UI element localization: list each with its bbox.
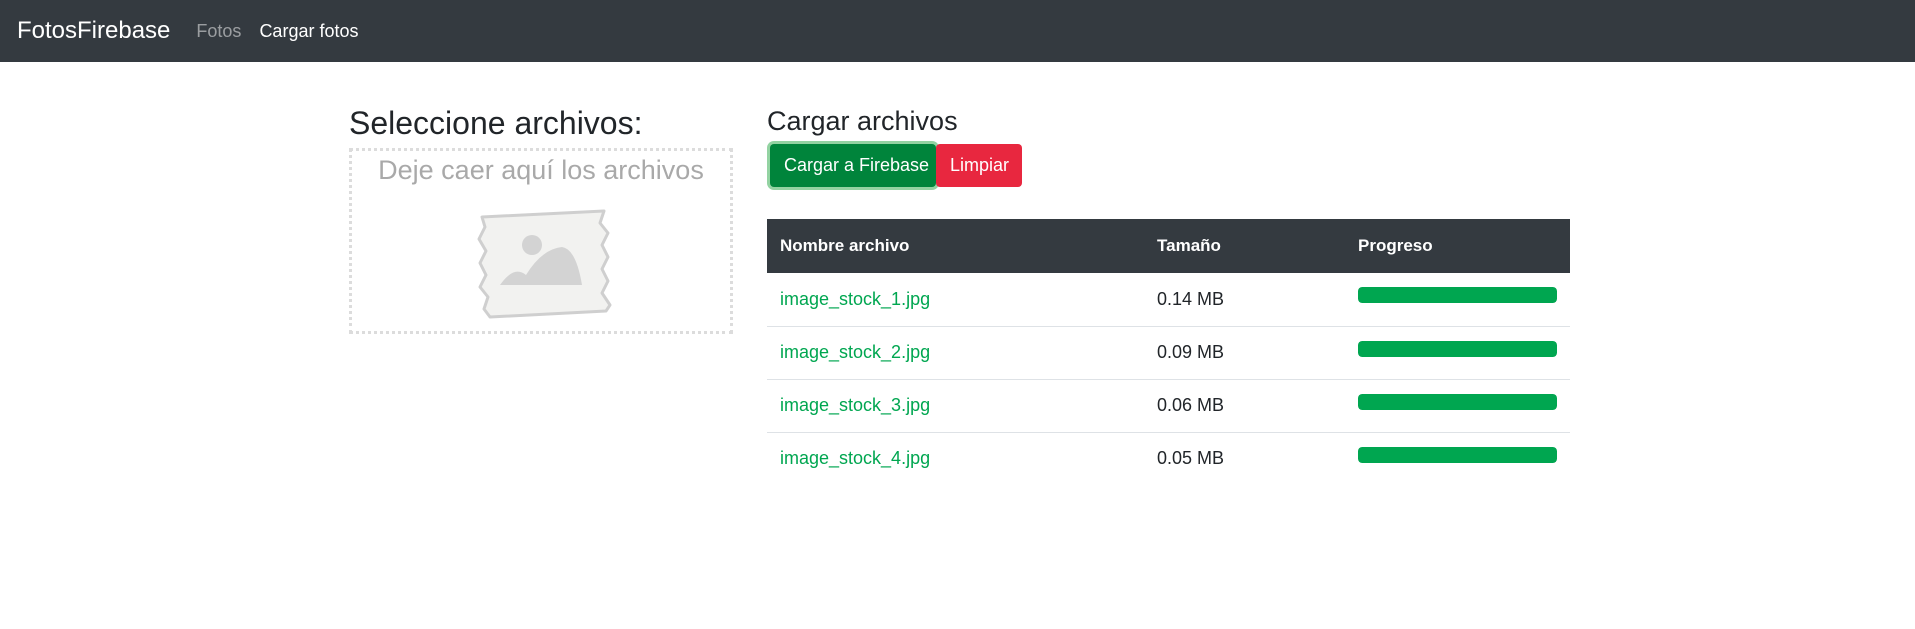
column-header-name: Nombre archivo	[767, 219, 1144, 273]
file-size-cell: 0.09 MB	[1144, 325, 1345, 379]
image-placeholder-icon	[476, 209, 612, 326]
file-size-cell: 0.14 MB	[1157, 288, 1225, 309]
progress-bar	[1358, 393, 1557, 410]
table-row: image_stock_1.jpg 0.14 MB	[767, 273, 1570, 326]
file-name-link[interactable]: image_stock_1.jpg	[780, 289, 930, 309]
progress-bar	[1358, 287, 1557, 304]
progress-bar	[1358, 446, 1557, 463]
table-row: image_stock_3.jpg 0.06 MB	[767, 378, 1570, 432]
progress-cell	[1345, 431, 1570, 485]
file-name-cell: image_stock_1.jpg	[767, 273, 1144, 326]
upload-files-title: Cargar archivos	[767, 106, 958, 136]
file-name-cell: image_stock_4.jpg	[767, 431, 1144, 485]
table-body: image_stock_1.jpg 0.14 MB image_stock_2.…	[767, 273, 1570, 485]
progress-cell	[1345, 325, 1570, 379]
file-name-link[interactable]: image_stock_4.jpg	[780, 448, 930, 468]
progress-track	[1358, 287, 1557, 304]
button-row: Cargar a Firebase Limpiar	[767, 144, 1570, 187]
file-name-cell: image_stock_2.jpg	[767, 325, 1144, 379]
drop-zone-text: Deje caer aquí los archivos	[378, 155, 704, 185]
drop-zone[interactable]: Deje caer aquí los archivos	[349, 148, 733, 334]
brand-link[interactable]: FotosFirebase	[17, 17, 170, 45]
progress-cell	[1345, 273, 1570, 326]
table-row: image_stock_2.jpg 0.09 MB	[767, 325, 1570, 379]
column-header-size: Tamaño	[1144, 219, 1345, 273]
progress-track	[1358, 446, 1557, 463]
file-size-cell: 0.05 MB	[1144, 431, 1345, 485]
progress-track	[1358, 340, 1557, 357]
progress-track	[1358, 393, 1557, 410]
file-size-cell: 0.06 MB	[1144, 378, 1345, 432]
upload-panel: Cargar archivos Cargar a Firebase Limpia…	[767, 104, 1570, 485]
file-name-cell: image_stock_3.jpg	[767, 378, 1144, 432]
nav-link-fotos[interactable]: Fotos	[196, 21, 241, 42]
select-files-title: Seleccione archivos:	[349, 105, 643, 141]
files-table: Nombre archivo Tamaño Progreso image_sto…	[767, 219, 1570, 485]
main-content: Seleccione archivos: Deje caer aquí los …	[0, 62, 1915, 629]
column-header-progress: Progreso	[1345, 219, 1570, 273]
file-name-link[interactable]: image_stock_2.jpg	[780, 342, 930, 362]
progress-cell	[1345, 378, 1570, 432]
progress-bar	[1358, 340, 1557, 357]
file-name-link[interactable]: image_stock_3.jpg	[780, 395, 930, 415]
nav-link-cargar-fotos[interactable]: Cargar fotos	[259, 21, 358, 42]
table-row: image_stock_4.jpg 0.05 MB	[767, 431, 1570, 485]
navbar: FotosFirebase Fotos Cargar fotos	[0, 0, 1915, 62]
upload-to-firebase-button[interactable]: Cargar a Firebase	[770, 144, 936, 187]
clear-button[interactable]: Limpiar	[936, 144, 1022, 187]
file-select-panel: Seleccione archivos: Deje caer aquí los …	[349, 104, 733, 334]
table-header: Nombre archivo Tamaño Progreso	[767, 219, 1570, 273]
